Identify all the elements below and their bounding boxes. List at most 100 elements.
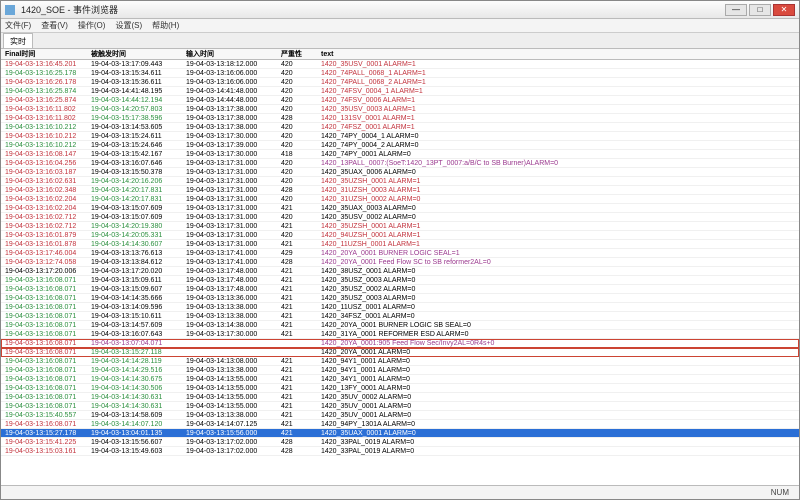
cell: 19-04-03-13:12:74.058 xyxy=(1,258,91,266)
table-row[interactable]: 19-04-03-13:16:02.34819-04-03-14:20:17.8… xyxy=(1,186,799,195)
column-header[interactable]: text xyxy=(321,49,799,59)
cell: 1420_20YA_0001 Feed Flow SC to SB reform… xyxy=(321,258,799,266)
cell: 19-04-03-13:18:12.000 xyxy=(186,60,281,68)
table-row[interactable]: 19-04-03-13:16:08.07119-04-03-14:14:35.6… xyxy=(1,294,799,303)
cell: 19-04-03-13:17:02.000 xyxy=(186,447,281,455)
cell: 19-04-03-13:15:49.603 xyxy=(91,447,186,455)
cell: 19-04-03-13:16:08.071 xyxy=(1,348,91,356)
cell: 19-04-03-13:13:36.000 xyxy=(186,294,281,302)
column-header[interactable]: 输入时间 xyxy=(186,49,281,59)
table-row[interactable]: 19-04-03-13:16:08.07119-04-03-13:15:10.6… xyxy=(1,312,799,321)
cell: 19-04-03-14:13:55.000 xyxy=(186,393,281,401)
cell: 19-04-03-14:20:16.206 xyxy=(91,177,186,185)
cell: 19-04-03-13:17:30.000 xyxy=(186,132,281,140)
menu-item[interactable]: 操作(O) xyxy=(78,20,106,31)
cell: 19-04-03-13:17:39.000 xyxy=(186,141,281,149)
table-row[interactable]: 19-04-03-13:17:20.00619-04-03-13:17:20.0… xyxy=(1,267,799,276)
cell: 19-04-03-13:17:31.000 xyxy=(186,240,281,248)
menu-item[interactable]: 帮助(H) xyxy=(152,20,179,31)
cell: 19-04-03-13:16:08.071 xyxy=(1,303,91,311)
cell: 1420_74PY_0001 ALARM=0 xyxy=(321,150,799,158)
table-row[interactable]: 19-04-03-13:16:08.07119-04-03-14:14:28.1… xyxy=(1,357,799,366)
cell: 428 xyxy=(281,447,321,455)
titlebar: 1420_SOE - 事件浏览器 — □ ✕ xyxy=(1,1,799,19)
cell: 19-04-03-14:14:07.125 xyxy=(186,420,281,428)
table-row[interactable]: 19-04-03-13:16:08.07119-04-03-14:14:07.1… xyxy=(1,420,799,429)
table-row[interactable]: 19-04-03-13:16:08.07119-04-03-13:14:09.5… xyxy=(1,303,799,312)
table-row[interactable]: 19-04-03-13:16:02.71219-04-03-13:15:07.6… xyxy=(1,213,799,222)
table-row[interactable]: 19-04-03-13:16:08.07119-04-03-13:16:07.6… xyxy=(1,330,799,339)
cell: 1420_35UZSH_0001 ALARM=1 xyxy=(321,222,799,230)
cell: 19-04-03-14:14:30.631 xyxy=(91,402,186,410)
table-row[interactable]: 19-04-03-13:16:02.63119-04-03-14:20:16.2… xyxy=(1,177,799,186)
cell: 19-04-03-13:16:08.071 xyxy=(1,330,91,338)
table-row[interactable]: 19-04-03-13:16:01.87919-04-03-14:20:05.3… xyxy=(1,231,799,240)
table-row[interactable]: 19-04-03-13:16:11.80219-04-03-14:20:57.8… xyxy=(1,105,799,114)
table-row[interactable]: 19-04-03-13:16:45.20119-04-03-13:17:09.4… xyxy=(1,60,799,69)
cell: 19-04-03-13:16:01.879 xyxy=(1,231,91,239)
menu-item[interactable]: 文件(F) xyxy=(5,20,31,31)
cell: 421 xyxy=(281,303,321,311)
cell: 19-04-03-13:16:08.071 xyxy=(1,339,91,347)
table-row[interactable]: 19-04-03-13:16:10.21219-04-03-13:15:24.6… xyxy=(1,141,799,150)
table-row[interactable]: 19-04-03-13:16:26.17819-04-03-13:15:36.6… xyxy=(1,78,799,87)
cell: 19-04-03-14:14:29.516 xyxy=(91,366,186,374)
cell: 19-04-03-13:17:30.000 xyxy=(186,330,281,338)
table-row[interactable]: 19-04-03-13:16:08.07119-04-03-14:14:29.5… xyxy=(1,366,799,375)
table-row[interactable]: 19-04-03-13:15:41.22519-04-03-13:15:56.6… xyxy=(1,438,799,447)
close-button[interactable]: ✕ xyxy=(773,4,795,16)
table-row[interactable]: 19-04-03-13:16:08.07119-04-03-14:14:30.6… xyxy=(1,375,799,384)
cell: 420 xyxy=(281,141,321,149)
table-row[interactable]: 19-04-03-13:16:08.07119-04-03-14:14:30.6… xyxy=(1,393,799,402)
menu-item[interactable]: 设置(S) xyxy=(115,20,142,31)
cell: 421 xyxy=(281,330,321,338)
cell: 19-04-03-13:15:34.611 xyxy=(91,69,186,77)
cell: 19-04-03-13:16:02.348 xyxy=(1,186,91,194)
table-row[interactable]: 19-04-03-13:16:01.87819-04-03-14:14:30.6… xyxy=(1,240,799,249)
table-row[interactable]: 19-04-03-13:16:08.07119-04-03-13:15:27.1… xyxy=(1,348,799,357)
table-row[interactable]: 19-04-03-13:16:25.17819-04-03-13:15:34.6… xyxy=(1,69,799,78)
column-header[interactable]: Final时间 xyxy=(1,49,91,59)
cell: 19-04-03-13:13:84.612 xyxy=(91,258,186,266)
table-row[interactable]: 19-04-03-13:16:25.87419-04-03-14:41:48.1… xyxy=(1,87,799,96)
cell: 19-04-03-14:13:55.000 xyxy=(186,402,281,410)
table-row[interactable]: 19-04-03-13:16:25.87419-04-03-14:44:12.1… xyxy=(1,96,799,105)
table-row[interactable]: 19-04-03-13:16:02.20419-04-03-14:20:17.8… xyxy=(1,195,799,204)
cell: 428 xyxy=(281,114,321,122)
maximize-button[interactable]: □ xyxy=(749,4,771,16)
minimize-button[interactable]: — xyxy=(725,4,747,16)
cell: 421 xyxy=(281,393,321,401)
table-row[interactable]: 19-04-03-13:16:02.71219-04-03-14:20:19.3… xyxy=(1,222,799,231)
column-header[interactable]: 被触发时间 xyxy=(91,49,186,59)
table-row[interactable]: 19-04-03-13:17:46.00419-04-03-13:13:76.6… xyxy=(1,249,799,258)
event-grid[interactable]: Final时间被触发时间输入时间严重性text 19-04-03-13:16:4… xyxy=(1,49,799,485)
table-row[interactable]: 19-04-03-13:15:27.17819-04-03-13:04:01.1… xyxy=(1,429,799,438)
table-row[interactable]: 19-04-03-13:16:08.07119-04-03-14:14:30.5… xyxy=(1,384,799,393)
cell: 19-04-03-13:16:08.071 xyxy=(1,276,91,284)
column-header[interactable]: 严重性 xyxy=(281,49,321,59)
table-row[interactable]: 19-04-03-13:16:08.07119-04-03-13:15:09.6… xyxy=(1,276,799,285)
table-row[interactable]: 19-04-03-13:15:03.16119-04-03-13:15:49.6… xyxy=(1,447,799,456)
cell: 418 xyxy=(281,150,321,158)
table-row[interactable]: 19-04-03-13:16:04.25619-04-03-13:16:07.6… xyxy=(1,159,799,168)
cell: 19-04-03-13:16:02.712 xyxy=(1,222,91,230)
menu-item[interactable]: 查看(V) xyxy=(41,20,68,31)
table-row[interactable]: 19-04-03-13:16:08.07119-04-03-13:14:57.6… xyxy=(1,321,799,330)
table-row[interactable]: 19-04-03-13:15:40.55719-04-03-13:14:58.6… xyxy=(1,411,799,420)
table-row[interactable]: 19-04-03-13:12:74.05819-04-03-13:13:84.6… xyxy=(1,258,799,267)
tab[interactable]: 实时 xyxy=(3,33,33,48)
table-row[interactable]: 19-04-03-13:16:11.80219-04-03-15:17:38.5… xyxy=(1,114,799,123)
cell: 19-04-03-14:20:05.331 xyxy=(91,231,186,239)
table-row[interactable]: 19-04-03-13:16:08.07119-04-03-13:07:04.0… xyxy=(1,339,799,348)
cell: 19-04-03-13:15:40.557 xyxy=(1,411,91,419)
table-row[interactable]: 19-04-03-13:16:08.14719-04-03-13:15:42.1… xyxy=(1,150,799,159)
table-row[interactable]: 19-04-03-13:16:08.07119-04-03-13:15:09.6… xyxy=(1,285,799,294)
table-row[interactable]: 19-04-03-13:16:10.21219-04-03-13:15:24.6… xyxy=(1,132,799,141)
cell xyxy=(281,348,321,356)
table-row[interactable]: 19-04-03-13:16:02.20419-04-03-13:15:07.6… xyxy=(1,204,799,213)
table-row[interactable]: 19-04-03-13:16:08.07119-04-03-14:14:30.6… xyxy=(1,402,799,411)
table-row[interactable]: 19-04-03-13:16:10.21219-04-03-13:14:53.6… xyxy=(1,123,799,132)
table-row[interactable]: 19-04-03-13:16:03.18719-04-03-13:15:50.3… xyxy=(1,168,799,177)
cell: 420 xyxy=(281,195,321,203)
cell: 1420_31YA_0001 REFORMER ESD ALARM=0 xyxy=(321,330,799,338)
